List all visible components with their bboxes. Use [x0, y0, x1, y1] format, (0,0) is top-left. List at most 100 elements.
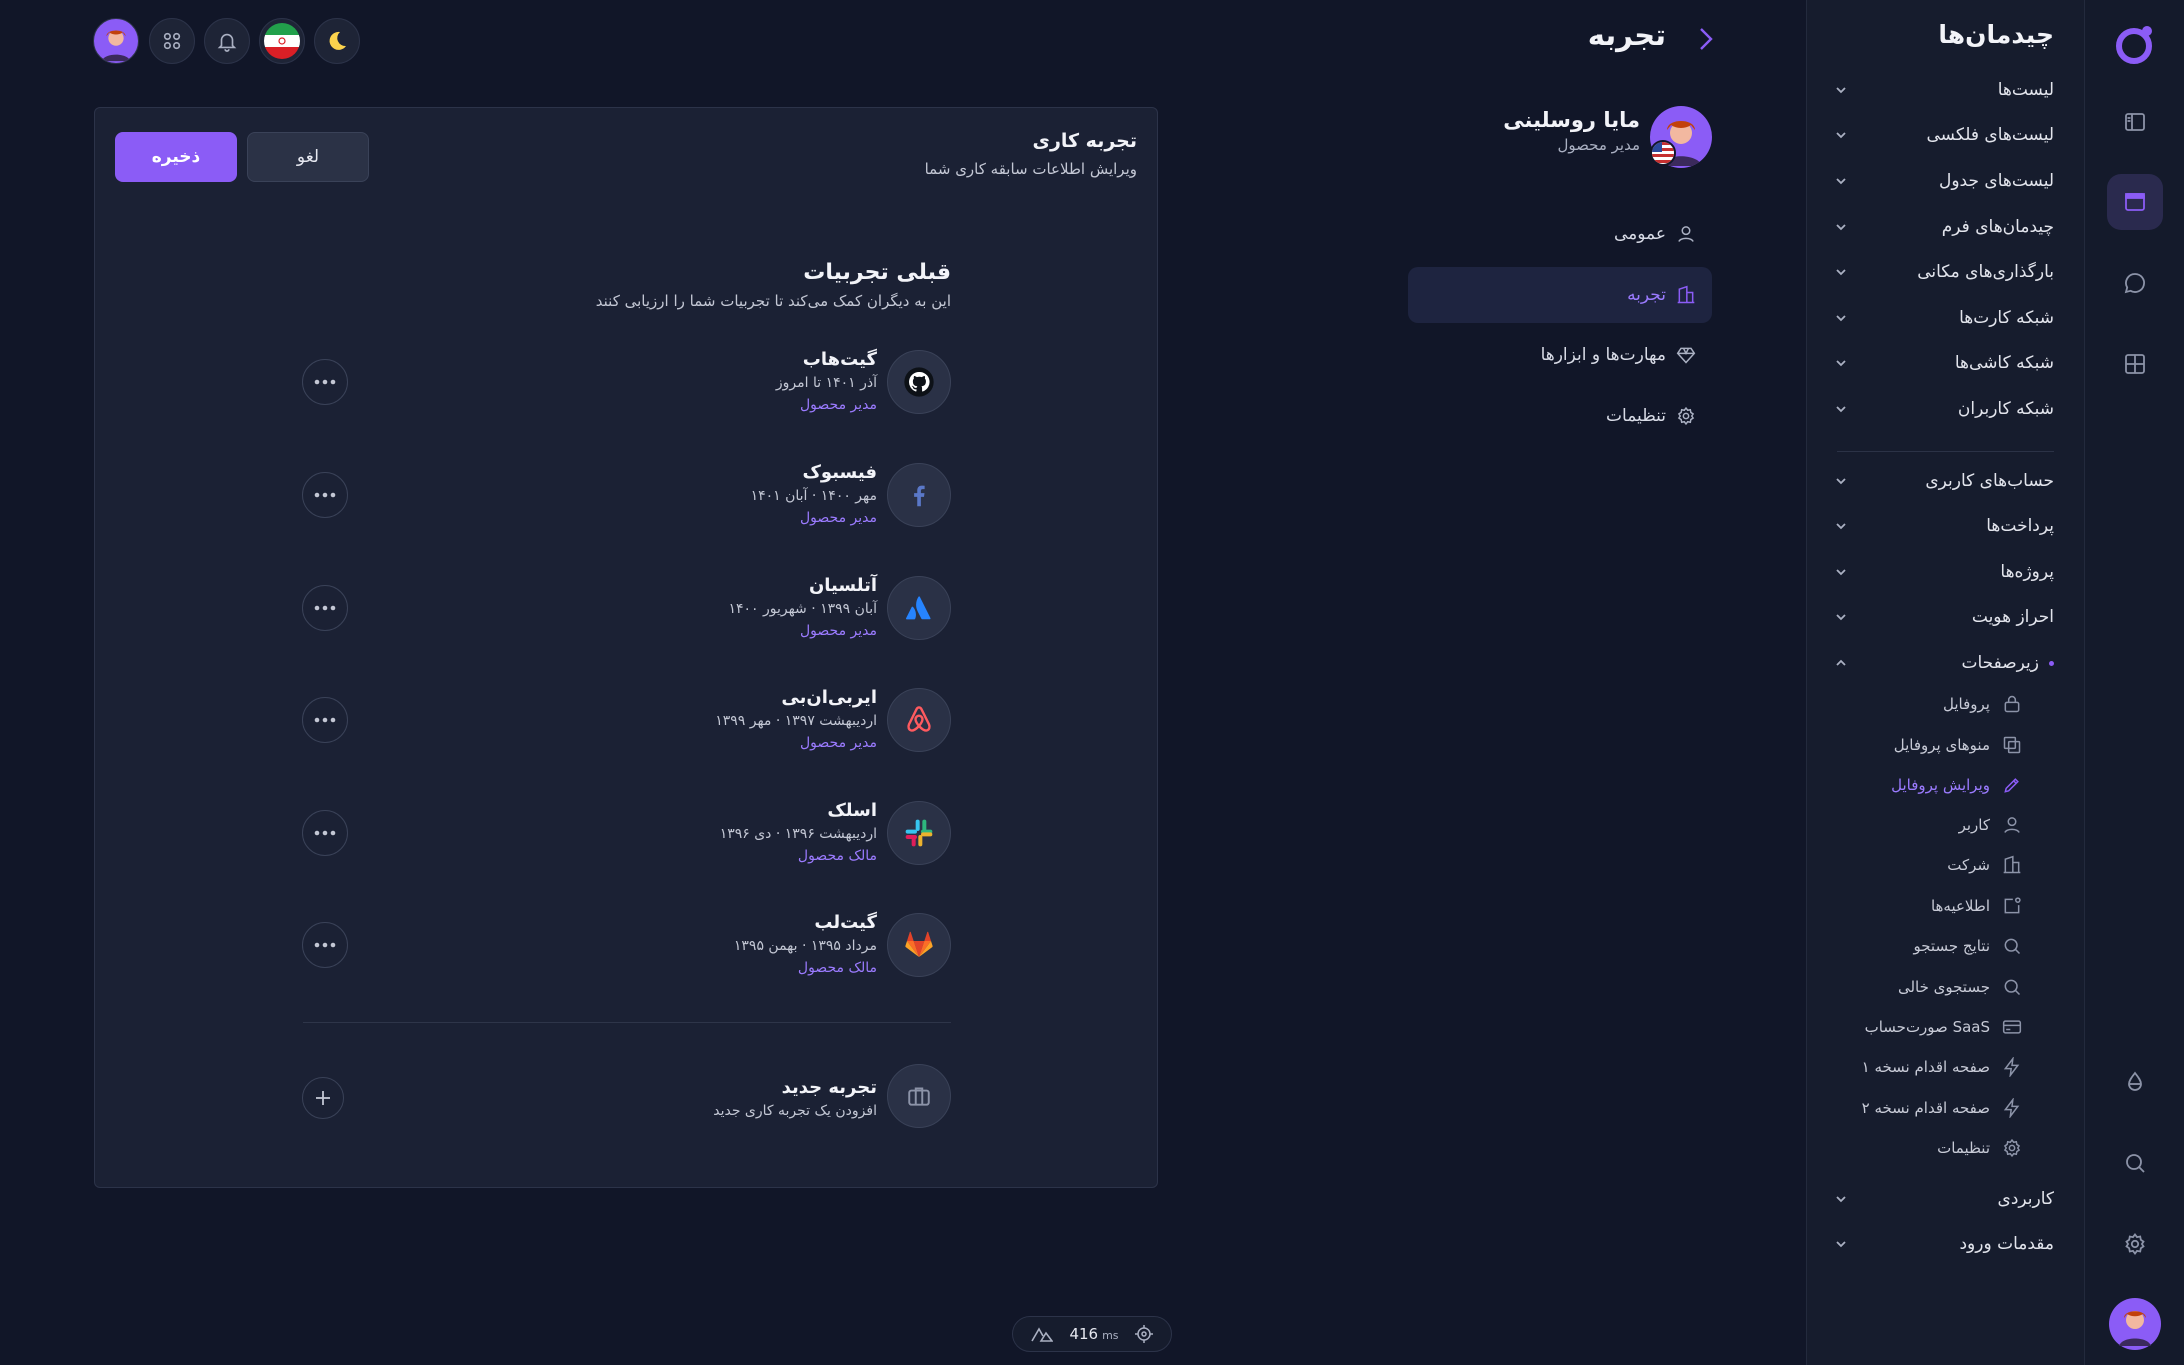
menu-group-label: احراز هویت — [1971, 607, 2054, 627]
menu-group-accounts[interactable]: حساب‌های کاربری — [1833, 464, 2054, 498]
more-options-button[interactable] — [302, 922, 348, 968]
profile-nav-label: تنظیمات — [1606, 406, 1666, 426]
drop-icon[interactable] — [2107, 1054, 2163, 1110]
add-experience-button[interactable] — [302, 1077, 344, 1119]
experience-row: آتلسیان آبان ۱۳۹۹ · شهریور ۱۴۰۰ مدیر محص… — [95, 574, 1159, 644]
layouts-icon[interactable] — [2107, 174, 2163, 230]
menu-group-tile-grid[interactable]: شبکه کاشی‌ها — [1833, 346, 2054, 380]
chevron-down-icon — [1836, 315, 1846, 322]
chevron-down-icon — [1836, 614, 1846, 621]
sidebar-toggle-icon[interactable] — [2107, 94, 2163, 150]
gear-icon[interactable] — [2107, 1216, 2163, 1272]
header-avatar[interactable] — [93, 18, 139, 64]
chevron-down-icon — [1836, 478, 1846, 485]
profile-nav-settings[interactable]: تنظیمات — [1408, 388, 1712, 444]
gitlab-icon — [887, 913, 951, 977]
more-options-button[interactable] — [302, 697, 348, 743]
apps-button[interactable] — [149, 18, 195, 64]
subpage-notifications[interactable]: اطلاعیه‌ها — [1931, 891, 2024, 921]
menu-group-label: شبکه کاربران — [1957, 399, 2054, 419]
theme-toggle-button[interactable] — [314, 18, 360, 64]
notifications-button[interactable] — [204, 18, 250, 64]
slack-icon — [887, 801, 951, 865]
menu-divider — [1837, 451, 2054, 452]
bolt-icon — [2000, 1096, 2024, 1120]
chevron-down-icon — [1836, 1241, 1846, 1248]
menu-group-authentication[interactable]: احراز هویت — [1833, 600, 2054, 634]
perf-value: 416 — [1069, 1325, 1099, 1343]
new-experience-title: تجربه جدید — [781, 1077, 877, 1098]
menu-group-lists[interactable]: لیست‌ها — [1833, 73, 2054, 107]
language-button[interactable] — [259, 18, 305, 64]
more-options-button[interactable] — [302, 472, 348, 518]
subpage-profile-menus[interactable]: منوهای پروفایل — [1894, 730, 2024, 760]
experience-info: آتلسیان آبان ۱۳۹۹ · شهریور ۱۴۰۰ مدیر محص… — [728, 574, 877, 642]
experience-role: مدیر محصول — [800, 510, 877, 526]
diamond-icon — [1676, 345, 1696, 365]
perf-unit: ms — [1102, 1329, 1119, 1342]
menu-title: چیدمان‌ها — [1938, 20, 2054, 49]
subpage-action-v2[interactable]: صفحه اقدام نسخه ۲ — [1862, 1093, 2024, 1123]
subpage-settings[interactable]: تنظیمات — [1937, 1133, 2024, 1163]
subpage-user[interactable]: کاربر — [1959, 810, 2024, 840]
moon-icon — [325, 29, 349, 53]
logo-icon[interactable] — [2107, 16, 2163, 72]
menu-group-user-grid[interactable]: شبکه کاربران — [1833, 392, 2054, 426]
airbnb-icon — [887, 688, 951, 752]
menu-group-onboarding[interactable]: مقدمات ورود — [1833, 1227, 2054, 1261]
profile-nav-experience[interactable]: تجربه — [1408, 267, 1712, 323]
menu-group-flex-lists[interactable]: لیست‌های فلکسی — [1833, 118, 2054, 152]
subpage-label: اطلاعیه‌ها — [1930, 897, 1990, 915]
experience-period: آذر ۱۴۰۱ تا امروز — [775, 375, 877, 391]
menu-group-payments[interactable]: پرداخت‌ها — [1833, 509, 2054, 543]
user-avatar[interactable] — [2107, 1296, 2163, 1352]
menu-group-form-layouts[interactable]: چیدمان‌های فرم — [1833, 210, 2054, 244]
grid-icon[interactable] — [2107, 336, 2163, 392]
page-title: تجربه — [1587, 18, 1666, 52]
more-options-button[interactable] — [302, 585, 348, 631]
gear-icon — [1676, 406, 1696, 426]
experience-info: اسلک اردیبهشت ۱۳۹۶ · دی ۱۳۹۶ مالک محصول — [720, 799, 877, 867]
chevron-down-icon — [1836, 360, 1846, 367]
subpage-label: ویرایش پروفایل — [1891, 776, 1990, 794]
layouts-menu: چیدمان‌ها لیست‌ها لیست‌های فلکسی لیست‌ها… — [1806, 0, 2084, 1365]
target-icon[interactable] — [1134, 1325, 1153, 1343]
notification-icon — [2000, 894, 2024, 918]
experience-role: مدیر محصول — [800, 735, 877, 751]
new-experience-row[interactable]: تجربه جدید افزودن یک تجربه کاری جدید — [95, 1062, 1159, 1132]
experience-role: مدیر محصول — [800, 623, 877, 639]
experience-period: مهر ۱۴۰۰ · آبان ۱۴۰۱ — [750, 488, 877, 504]
menu-group-subpages[interactable]: زیرصفحات — [1833, 646, 2054, 680]
menu-group-projects[interactable]: پروژه‌ها — [1833, 555, 2054, 589]
back-arrow-icon[interactable] — [1690, 24, 1720, 54]
profile-nav-general[interactable]: عمومی — [1408, 206, 1712, 262]
menu-group-utility[interactable]: کاربردی — [1833, 1182, 2054, 1216]
subpage-edit-profile[interactable]: ویرایش پروفایل — [1891, 770, 2024, 800]
profile-nav-skills[interactable]: مهارت‌ها و ابزارها — [1408, 327, 1712, 383]
more-options-button[interactable] — [302, 810, 348, 856]
experience-info: فیسبوک مهر ۱۴۰۰ · آبان ۱۴۰۱ مدیر محصول — [751, 461, 877, 529]
card-title: تجربه کاری — [1032, 130, 1137, 152]
subpage-profile[interactable]: پروفایل — [1943, 689, 2024, 719]
subpage-saas-billing[interactable]: صورت‌حساب SaaS — [1865, 1012, 2024, 1042]
menu-group-label: لیست‌ها — [1997, 80, 2054, 100]
experience-info: گیت‌لب مرداد ۱۳۹۵ · بهمن ۱۳۹۵ مالک محصول — [734, 911, 877, 979]
save-button[interactable]: ذخیره — [115, 132, 237, 182]
more-options-button[interactable] — [302, 359, 348, 405]
subpage-action-v1[interactable]: صفحه اقدام نسخه ۱ — [1862, 1052, 2024, 1082]
subpage-empty-search[interactable]: جستجوی خالی — [1898, 972, 2024, 1002]
perf-badge: 416 ms — [1012, 1316, 1172, 1352]
subpage-search-results[interactable]: نتایج جستجو — [1913, 931, 2024, 961]
subpage-company[interactable]: شرکت — [1947, 850, 2024, 880]
subpage-label: منوهای پروفایل — [1893, 736, 1990, 754]
apps-icon — [161, 30, 183, 52]
gear-icon — [2000, 1136, 2024, 1160]
menu-group-table-lists[interactable]: لیست‌های جدول — [1833, 164, 2054, 198]
menu-group-placeloads[interactable]: بارگذاری‌های مکانی — [1833, 255, 2054, 289]
cancel-button[interactable]: لغو — [247, 132, 369, 182]
experience-company: آتلسیان — [808, 575, 877, 596]
search-icon — [2000, 934, 2024, 958]
menu-group-card-grid[interactable]: شبکه کارت‌ها — [1833, 301, 2054, 335]
chat-icon[interactable] — [2107, 255, 2163, 311]
search-icon[interactable] — [2107, 1135, 2163, 1191]
